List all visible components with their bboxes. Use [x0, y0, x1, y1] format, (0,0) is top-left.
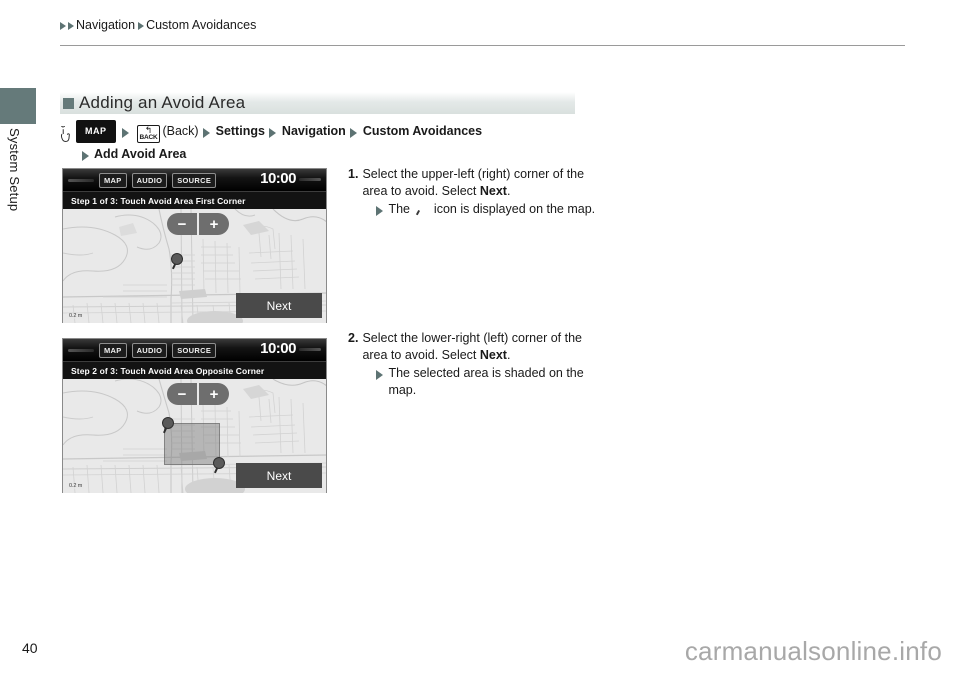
decor-bar-right	[299, 178, 321, 181]
section-header: Adding an Avoid Area	[60, 92, 575, 114]
triangle-icon	[68, 22, 74, 30]
step-text-end: .	[506, 184, 511, 198]
map-pin-icon	[416, 204, 427, 216]
map-canvas[interactable]: − + Next 0.2 m	[63, 379, 326, 493]
audio-tab-button[interactable]: AUDIO	[131, 342, 168, 358]
instruction-step-2: 2. Select the lower-right (left) corner …	[348, 330, 598, 399]
map-pin-first-corner	[162, 417, 174, 434]
pin-head-icon	[213, 457, 225, 469]
site-watermark: carmanualsonline.info	[684, 636, 942, 666]
step-text-end: .	[506, 348, 511, 362]
breadcrumb-item-navigation: Navigation	[76, 18, 136, 32]
triangle-icon	[82, 150, 89, 161]
triangle-icon	[376, 206, 384, 216]
step-text: Select the upper-left (right) corner of …	[362, 167, 585, 198]
step-substatement: The selected area is shaded on the map.	[376, 365, 598, 399]
instruction-step-1: 1. Select the upper-left (right) corner …	[348, 166, 598, 218]
decor-bar-left	[68, 348, 94, 352]
audio-tab-button[interactable]: AUDIO	[131, 172, 168, 188]
status-bar: MAP AUDIO SOURCE 10:00	[63, 169, 326, 191]
triangle-icon	[60, 22, 66, 30]
path-item-settings[interactable]: Settings	[216, 122, 265, 141]
pin-head-icon	[162, 417, 174, 429]
next-button[interactable]: Next	[236, 293, 322, 318]
zoom-in-button[interactable]: +	[199, 383, 229, 405]
hand-pointer-icon	[60, 122, 70, 142]
breadcrumb-item-custom-avoidances: Custom Avoidances	[146, 18, 257, 32]
sidebar-section-tab	[0, 88, 36, 124]
step-bold-term: Next	[479, 348, 507, 362]
map-tab-button[interactable]: MAP	[99, 342, 127, 358]
map-zoom-controls[interactable]: − +	[167, 213, 229, 235]
zoom-out-button[interactable]: −	[167, 383, 197, 405]
substatement-text-a: The	[388, 202, 414, 216]
back-arrow-icon: ↰	[144, 124, 153, 135]
triangle-icon	[268, 127, 276, 138]
map-pin-opposite-corner	[213, 457, 225, 474]
triangle-icon	[202, 127, 210, 138]
back-hard-button[interactable]: ↰ BACK	[136, 124, 161, 143]
source-tab-button[interactable]: SOURCE	[172, 172, 217, 188]
decor-bar-left	[68, 178, 94, 182]
map-pin-first-corner	[171, 253, 183, 270]
map-hard-button[interactable]: MAP	[76, 120, 116, 143]
step-bold-term: Next	[479, 184, 507, 198]
substatement-text-a: The selected area is shaded on the map.	[388, 366, 584, 397]
breadcrumb: Navigation Custom Avoidances	[60, 18, 256, 32]
pin-head-icon	[171, 253, 183, 265]
menu-path: MAP ↰ BACK (Back) Settings Navigation Cu…	[60, 120, 620, 164]
map-scale-indicator: 0.2 m	[67, 313, 85, 319]
step-substatement: The icon is displayed on the map.	[376, 201, 598, 218]
triangle-icon	[349, 127, 357, 138]
header-divider	[60, 45, 905, 46]
clock-display: 10:00	[260, 170, 296, 187]
path-item-custom-avoidances[interactable]: Custom Avoidances	[363, 122, 482, 141]
clock-display: 10:00	[260, 340, 296, 357]
step-instruction-bar: Step 1 of 3: Touch Avoid Area First Corn…	[63, 191, 326, 209]
triangle-icon	[121, 127, 129, 138]
path-item-navigation[interactable]: Navigation	[282, 122, 346, 141]
next-button[interactable]: Next	[236, 463, 322, 488]
nav-screenshot-step1: MAP AUDIO SOURCE 10:00 Step 1 of 3: Touc…	[62, 168, 327, 323]
status-bar: MAP AUDIO SOURCE 10:00	[63, 339, 326, 361]
step-number: 1.	[348, 167, 359, 181]
map-scale-indicator: 0.2 m	[67, 483, 85, 489]
step-instruction-bar: Step 2 of 3: Touch Avoid Area Opposite C…	[63, 361, 326, 379]
back-button-label: BACK	[139, 133, 158, 141]
source-tab-button[interactable]: SOURCE	[172, 342, 217, 358]
back-paren-text: (Back)	[162, 124, 199, 138]
page-title: Adding an Avoid Area	[79, 93, 246, 112]
path-item-add-avoid-area[interactable]: Add Avoid Area	[94, 145, 186, 164]
map-canvas[interactable]: − + Next 0.2 m	[63, 209, 326, 323]
triangle-icon	[376, 370, 384, 380]
zoom-out-button[interactable]: −	[167, 213, 197, 235]
step-number: 2.	[348, 331, 359, 345]
decor-bar-right	[299, 348, 321, 351]
sidebar-section-label: System Setup	[7, 128, 22, 212]
triangle-icon	[138, 22, 145, 30]
nav-screenshot-step2: MAP AUDIO SOURCE 10:00 Step 2 of 3: Touc…	[62, 338, 327, 493]
step-text: Select the lower-right (left) corner of …	[362, 331, 582, 362]
square-bullet-icon	[63, 97, 74, 109]
page-number: 40	[22, 640, 38, 656]
substatement-text-b: icon is displayed on the map.	[430, 202, 596, 216]
zoom-in-button[interactable]: +	[199, 213, 229, 235]
map-tab-button[interactable]: MAP	[99, 172, 127, 188]
map-zoom-controls[interactable]: − +	[167, 383, 229, 405]
